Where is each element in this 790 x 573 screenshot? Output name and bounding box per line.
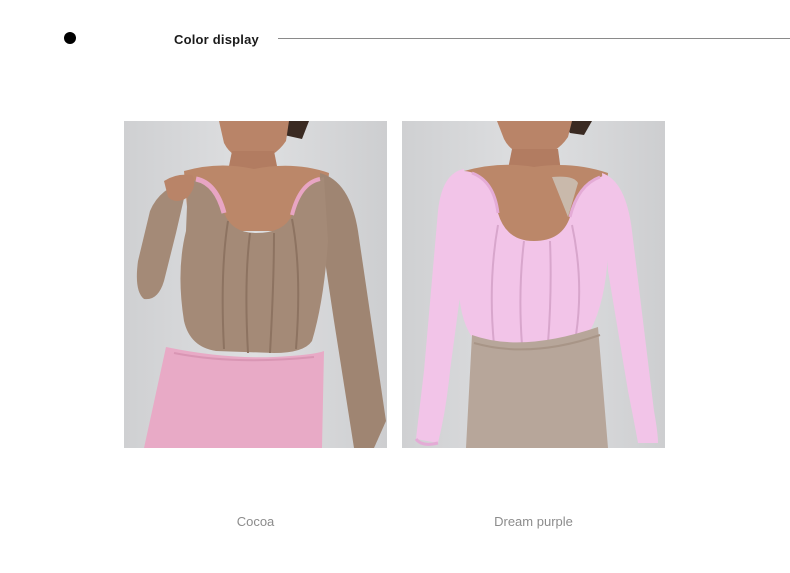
model-illustration-dream-purple <box>402 121 665 448</box>
product-photo-dream-purple[interactable] <box>402 121 665 448</box>
model-illustration-cocoa <box>124 121 387 448</box>
bullet-dot-icon <box>64 32 76 44</box>
header-divider <box>278 38 790 39</box>
variant-label-cocoa: Cocoa <box>236 514 275 529</box>
product-photo-cocoa[interactable] <box>124 121 387 448</box>
section-title: Color display <box>174 32 259 47</box>
variant-label-dream-purple: Dream purple <box>494 514 573 529</box>
